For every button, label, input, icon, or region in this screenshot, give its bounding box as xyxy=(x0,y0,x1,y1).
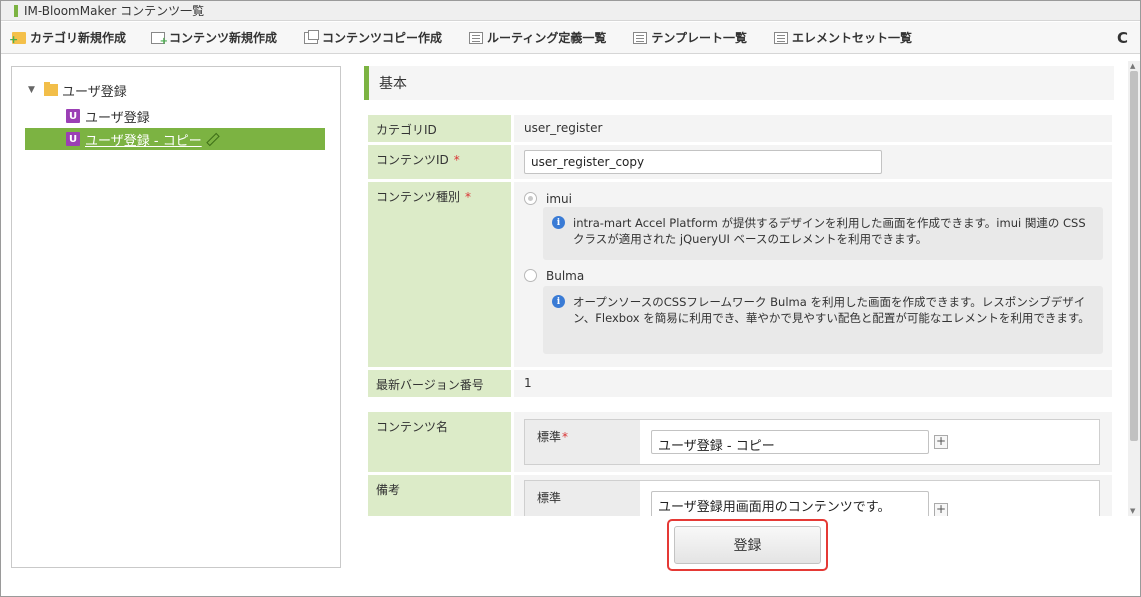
remarks-cell: 標準 ユーザ登録用画面用のコンテンツです。 + xyxy=(514,475,1112,516)
imui-info-box: i intra-mart Accel Platform が提供するデザインを利用… xyxy=(543,207,1103,260)
latest-version-label: 最新バージョン番号 xyxy=(368,370,511,397)
required-mark: * xyxy=(465,190,472,204)
content-type-label-cell: コンテンツ種別 * xyxy=(368,182,511,367)
info-icon: i xyxy=(552,295,565,308)
bulma-description: オープンソースのCSSフレームワーク Bulma を利用した画面を作成できます。… xyxy=(573,295,1090,325)
refresh-icon[interactable]: C xyxy=(1117,29,1128,47)
content-type-options: imui i intra-mart Accel Platform が提供するデザ… xyxy=(514,182,1112,367)
latest-version-row: 最新バージョン番号 1 xyxy=(368,370,1112,397)
copy-icon xyxy=(304,29,320,44)
register-button[interactable]: 登録 xyxy=(674,526,821,564)
register-highlight: 登録 xyxy=(667,519,828,571)
tree-folder-label: ユーザ登録 xyxy=(62,84,127,100)
imui-radio[interactable] xyxy=(524,192,537,205)
bulma-info-box: i オープンソースのCSSフレームワーク Bulma を利用した画面を作成できま… xyxy=(543,286,1103,354)
folder-add-icon xyxy=(9,31,26,45)
remarks-label: 備考 xyxy=(368,475,511,516)
content-name-input[interactable]: ユーザ登録 - コピー xyxy=(651,430,929,454)
list-icon xyxy=(469,31,484,44)
content-name-row: コンテンツ名 標準* ユーザ登録 - コピー + xyxy=(368,412,1112,472)
element-set-list-button[interactable]: エレメントセット一覧 xyxy=(758,22,923,54)
section-title: 基本 xyxy=(379,76,407,92)
edit-pencil-icon xyxy=(205,132,220,146)
latest-version-value: 1 xyxy=(514,370,1112,397)
content-id-input[interactable]: user_register_copy xyxy=(524,150,882,174)
create-category-button[interactable]: カテゴリ新規作成 xyxy=(1,22,137,54)
tree-item-label: ユーザ登録 - コピー xyxy=(85,133,202,149)
collapse-arrow-icon[interactable]: ▼ xyxy=(28,85,44,95)
create-content-label: コンテンツ新規作成 xyxy=(169,31,278,45)
create-category-label: カテゴリ新規作成 xyxy=(30,31,127,45)
imui-description: intra-mart Accel Platform が提供するデザインを利用した… xyxy=(573,216,1086,246)
content-id-cell: user_register_copy xyxy=(514,145,1112,179)
toolbar: カテゴリ新規作成 コンテンツ新規作成 コンテンツコピー作成 ルーティング定義一覧… xyxy=(1,22,1140,54)
add-locale-button[interactable]: + xyxy=(934,503,948,516)
bulma-radio-label: Bulma xyxy=(546,269,585,283)
copy-content-label: コンテンツコピー作成 xyxy=(322,31,443,45)
category-id-row: カテゴリID user_register xyxy=(368,115,1112,142)
content-name-locale-table: 標準* ユーザ登録 - コピー + xyxy=(524,419,1100,465)
routing-list-button[interactable]: ルーティング定義一覧 xyxy=(453,22,617,54)
remarks-locale-table: 標準 ユーザ登録用画面用のコンテンツです。 + xyxy=(524,480,1100,516)
tree-item-label: ユーザ登録 xyxy=(85,110,150,126)
content-id-row: コンテンツID * user_register_copy xyxy=(368,145,1112,179)
imui-radio-label: imui xyxy=(546,192,572,206)
template-list-label: テンプレート一覧 xyxy=(651,31,747,45)
locale-standard-cell: 標準* xyxy=(525,420,640,464)
content-form: 基本 カテゴリID user_register コンテンツID * user_re… xyxy=(360,61,1128,516)
content-type-row: コンテンツ種別 * imui i intra-mart Accel Platfor… xyxy=(368,182,1112,367)
section-header: 基本 xyxy=(364,66,1114,100)
content-name-label: コンテンツ名 xyxy=(368,412,511,472)
bulma-radio[interactable] xyxy=(524,269,537,282)
locale-standard-label: 標準 xyxy=(525,481,640,516)
tree-item[interactable]: U ユーザ登録 xyxy=(66,105,150,127)
content-name-cell: 標準* ユーザ登録 - コピー + xyxy=(514,412,1112,472)
scroll-thumb[interactable] xyxy=(1130,71,1138,441)
routing-list-label: ルーティング定義一覧 xyxy=(487,31,607,45)
remarks-row: 備考 標準 ユーザ登録用画面用のコンテンツです。 + xyxy=(368,475,1112,516)
content-type-label: コンテンツ種別 xyxy=(376,190,461,204)
form-scrollbar[interactable]: ▲ ▼ xyxy=(1128,61,1140,516)
document-add-icon xyxy=(151,31,168,47)
locale-standard-label: 標準 xyxy=(537,430,562,444)
scroll-down-arrow-icon[interactable]: ▼ xyxy=(1130,507,1135,515)
element-set-list-label: エレメントセット一覧 xyxy=(791,31,912,45)
tree-item-selected[interactable]: U ユーザ登録 - コピー xyxy=(25,128,325,150)
content-id-label-cell: コンテンツID * xyxy=(368,145,511,179)
content-tree: ▼ ユーザ登録 U ユーザ登録 U ユーザ登録 - コピー xyxy=(11,66,341,568)
content-u-icon: U xyxy=(66,132,80,146)
required-mark: * xyxy=(562,430,569,444)
app-marker-icon xyxy=(14,4,18,17)
content-id-label: コンテンツID xyxy=(376,153,449,167)
info-icon: i xyxy=(552,216,565,229)
required-mark: * xyxy=(453,153,460,167)
tree-folder-node[interactable]: ▼ ユーザ登録 xyxy=(28,79,127,101)
folder-icon xyxy=(44,82,58,96)
title-bar: IM-BloomMaker コンテンツ一覧 xyxy=(1,1,1140,21)
scroll-up-arrow-icon[interactable]: ▲ xyxy=(1130,62,1135,70)
window-title: IM-BloomMaker コンテンツ一覧 xyxy=(24,4,205,18)
create-content-button[interactable]: コンテンツ新規作成 xyxy=(137,22,288,54)
category-id-value: user_register xyxy=(514,115,1112,142)
content-u-icon: U xyxy=(66,109,80,123)
remarks-textarea[interactable]: ユーザ登録用画面用のコンテンツです。 xyxy=(651,491,929,516)
list-icon xyxy=(773,31,788,44)
copy-content-button[interactable]: コンテンツコピー作成 xyxy=(288,22,453,54)
category-id-label: カテゴリID xyxy=(368,115,511,142)
list-icon xyxy=(633,31,648,44)
template-list-button[interactable]: テンプレート一覧 xyxy=(617,22,758,54)
add-locale-button[interactable]: + xyxy=(934,435,948,449)
